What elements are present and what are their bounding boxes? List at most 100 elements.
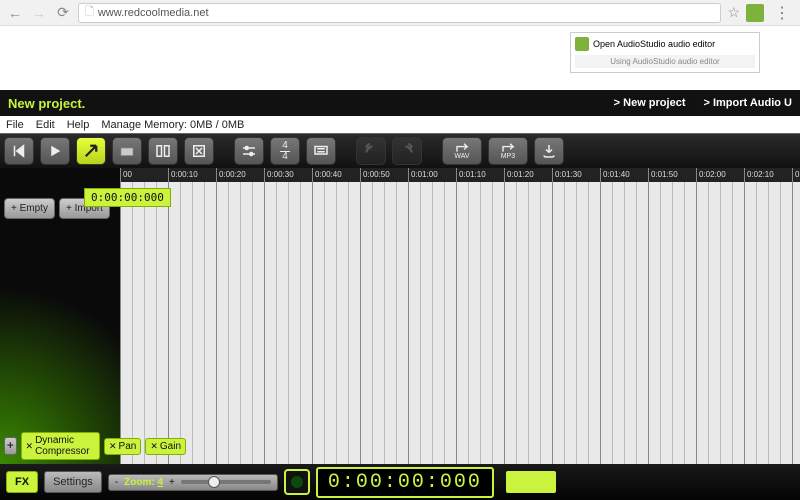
rewind-button[interactable]	[4, 137, 34, 165]
grid-line	[312, 182, 313, 464]
url-text: www.redcoolmedia.net	[98, 7, 209, 19]
fx-chain: + ✕ Dynamic Compressor ✕ Pan ✕ Gain	[4, 432, 186, 460]
arrow-tool-button[interactable]	[76, 137, 106, 165]
add-fx-button[interactable]: +	[4, 437, 17, 455]
level-meter	[506, 471, 556, 493]
settings-button[interactable]: Settings	[44, 471, 102, 493]
delete-tool-button[interactable]	[184, 137, 214, 165]
grid-line	[300, 182, 301, 464]
grid-line	[552, 182, 553, 464]
grid-line	[192, 182, 193, 464]
record-button[interactable]	[284, 469, 310, 495]
grid-line	[444, 182, 445, 464]
ts-denominator: 4	[282, 152, 288, 162]
grid-line	[768, 182, 769, 464]
zoom-control: - Zoom: 4 +	[108, 474, 278, 491]
download-button[interactable]	[534, 137, 564, 165]
ruler-tick: 0:00:20	[216, 168, 246, 182]
ruler-tick: 0:02:00	[696, 168, 726, 182]
page-top-area: Open AudioStudio audio editor Using Audi…	[0, 26, 800, 90]
remove-fx-icon[interactable]: ✕	[150, 441, 158, 452]
grid-line	[252, 182, 253, 464]
track-panel: 0:00:00:000 + Empty + Import + ✕ Dynamic…	[0, 168, 120, 464]
grid-line	[156, 182, 157, 464]
grid-line	[588, 182, 589, 464]
grid-line	[384, 182, 385, 464]
add-empty-track-button[interactable]: + Empty	[4, 198, 55, 219]
fx-chip-gain[interactable]: ✕ Gain	[145, 438, 186, 455]
zoom-out-button[interactable]: -	[115, 477, 118, 488]
menu-file[interactable]: File	[6, 119, 24, 131]
timeline-grid[interactable]	[120, 182, 800, 464]
grid-line	[180, 182, 181, 464]
grid-line	[624, 182, 625, 464]
grid-line	[120, 182, 121, 464]
import-audio-link[interactable]: > Import Audio U	[703, 97, 792, 109]
grid-line	[456, 182, 457, 464]
ruler-tick: 0:01:30	[552, 168, 582, 182]
redo-button[interactable]	[392, 137, 422, 165]
fx-panel-button[interactable]: FX	[6, 471, 38, 493]
grid-line	[144, 182, 145, 464]
grid-line	[492, 182, 493, 464]
forward-button[interactable]: →	[30, 4, 48, 22]
menu-bar: File Edit Help Manage Memory: 0MB / 0MB	[0, 116, 800, 134]
mixer-button[interactable]	[234, 137, 264, 165]
time-signature-button[interactable]: 4 4	[270, 137, 300, 165]
ruler-tick: 0:02:20	[792, 168, 800, 182]
grid-line	[684, 182, 685, 464]
ruler-tick: 0:00:30	[264, 168, 294, 182]
menu-memory[interactable]: Manage Memory: 0MB / 0MB	[101, 119, 244, 131]
timeline[interactable]: 000:00:100:00:200:00:300:00:400:00:500:0…	[120, 168, 800, 464]
new-project-link[interactable]: > New project	[614, 97, 686, 109]
fx-chip-dynamic-compressor[interactable]: ✕ Dynamic Compressor	[21, 432, 100, 460]
ruler-tick: 0:01:20	[504, 168, 534, 182]
bookmark-star-icon[interactable]: ☆	[727, 4, 740, 21]
grid-line	[792, 182, 793, 464]
split-tool-button[interactable]	[148, 137, 178, 165]
extension-popup: Open AudioStudio audio editor Using Audi…	[570, 32, 760, 73]
grid-line	[732, 182, 733, 464]
back-button[interactable]: ←	[6, 4, 24, 22]
export-wav-button[interactable]: WAV	[442, 137, 482, 165]
grid-line	[168, 182, 169, 464]
app-header: New project. > New project > Import Audi…	[0, 90, 800, 116]
transport-time-display: 0:00:00:000	[316, 467, 494, 498]
ruler-tick: 0:00:40	[312, 168, 342, 182]
play-button[interactable]	[40, 137, 70, 165]
grid-line	[660, 182, 661, 464]
grid-line	[348, 182, 349, 464]
block-tool-button[interactable]	[112, 137, 142, 165]
menu-edit[interactable]: Edit	[36, 119, 55, 131]
menu-help[interactable]: Help	[67, 119, 90, 131]
zoom-value: 4	[157, 477, 163, 488]
extension-popup-title[interactable]: Open AudioStudio audio editor	[593, 39, 715, 49]
remove-fx-icon[interactable]: ✕	[26, 441, 34, 452]
grid-line	[612, 182, 613, 464]
display-settings-button[interactable]	[306, 137, 336, 165]
zoom-slider[interactable]	[181, 480, 271, 484]
fx-chip-pan[interactable]: ✕ Pan	[104, 438, 141, 455]
grid-line	[468, 182, 469, 464]
undo-button[interactable]	[356, 137, 386, 165]
ts-numerator: 4	[282, 141, 288, 151]
grid-line	[648, 182, 649, 464]
bottom-bar: FX Settings - Zoom: 4 + 0:00:00:000	[0, 464, 800, 500]
extension-icon[interactable]	[746, 4, 764, 22]
grid-line	[720, 182, 721, 464]
cursor-time-badge: 0:00:00:000	[84, 188, 171, 207]
grid-line	[288, 182, 289, 464]
grid-line	[336, 182, 337, 464]
zoom-slider-thumb[interactable]	[208, 476, 220, 488]
reload-button[interactable]: ⟳	[54, 4, 72, 22]
ruler-tick: 0:02:10	[744, 168, 774, 182]
grid-line	[240, 182, 241, 464]
zoom-in-button[interactable]: +	[169, 477, 175, 488]
grid-line	[504, 182, 505, 464]
url-bar[interactable]: 🗋 www.redcoolmedia.net	[78, 3, 721, 23]
remove-fx-icon[interactable]: ✕	[109, 441, 117, 452]
browser-menu-icon[interactable]: ⋮	[770, 3, 794, 23]
grid-line	[780, 182, 781, 464]
export-mp3-button[interactable]: MP3	[488, 137, 528, 165]
timeline-ruler[interactable]: 000:00:100:00:200:00:300:00:400:00:500:0…	[120, 168, 800, 182]
